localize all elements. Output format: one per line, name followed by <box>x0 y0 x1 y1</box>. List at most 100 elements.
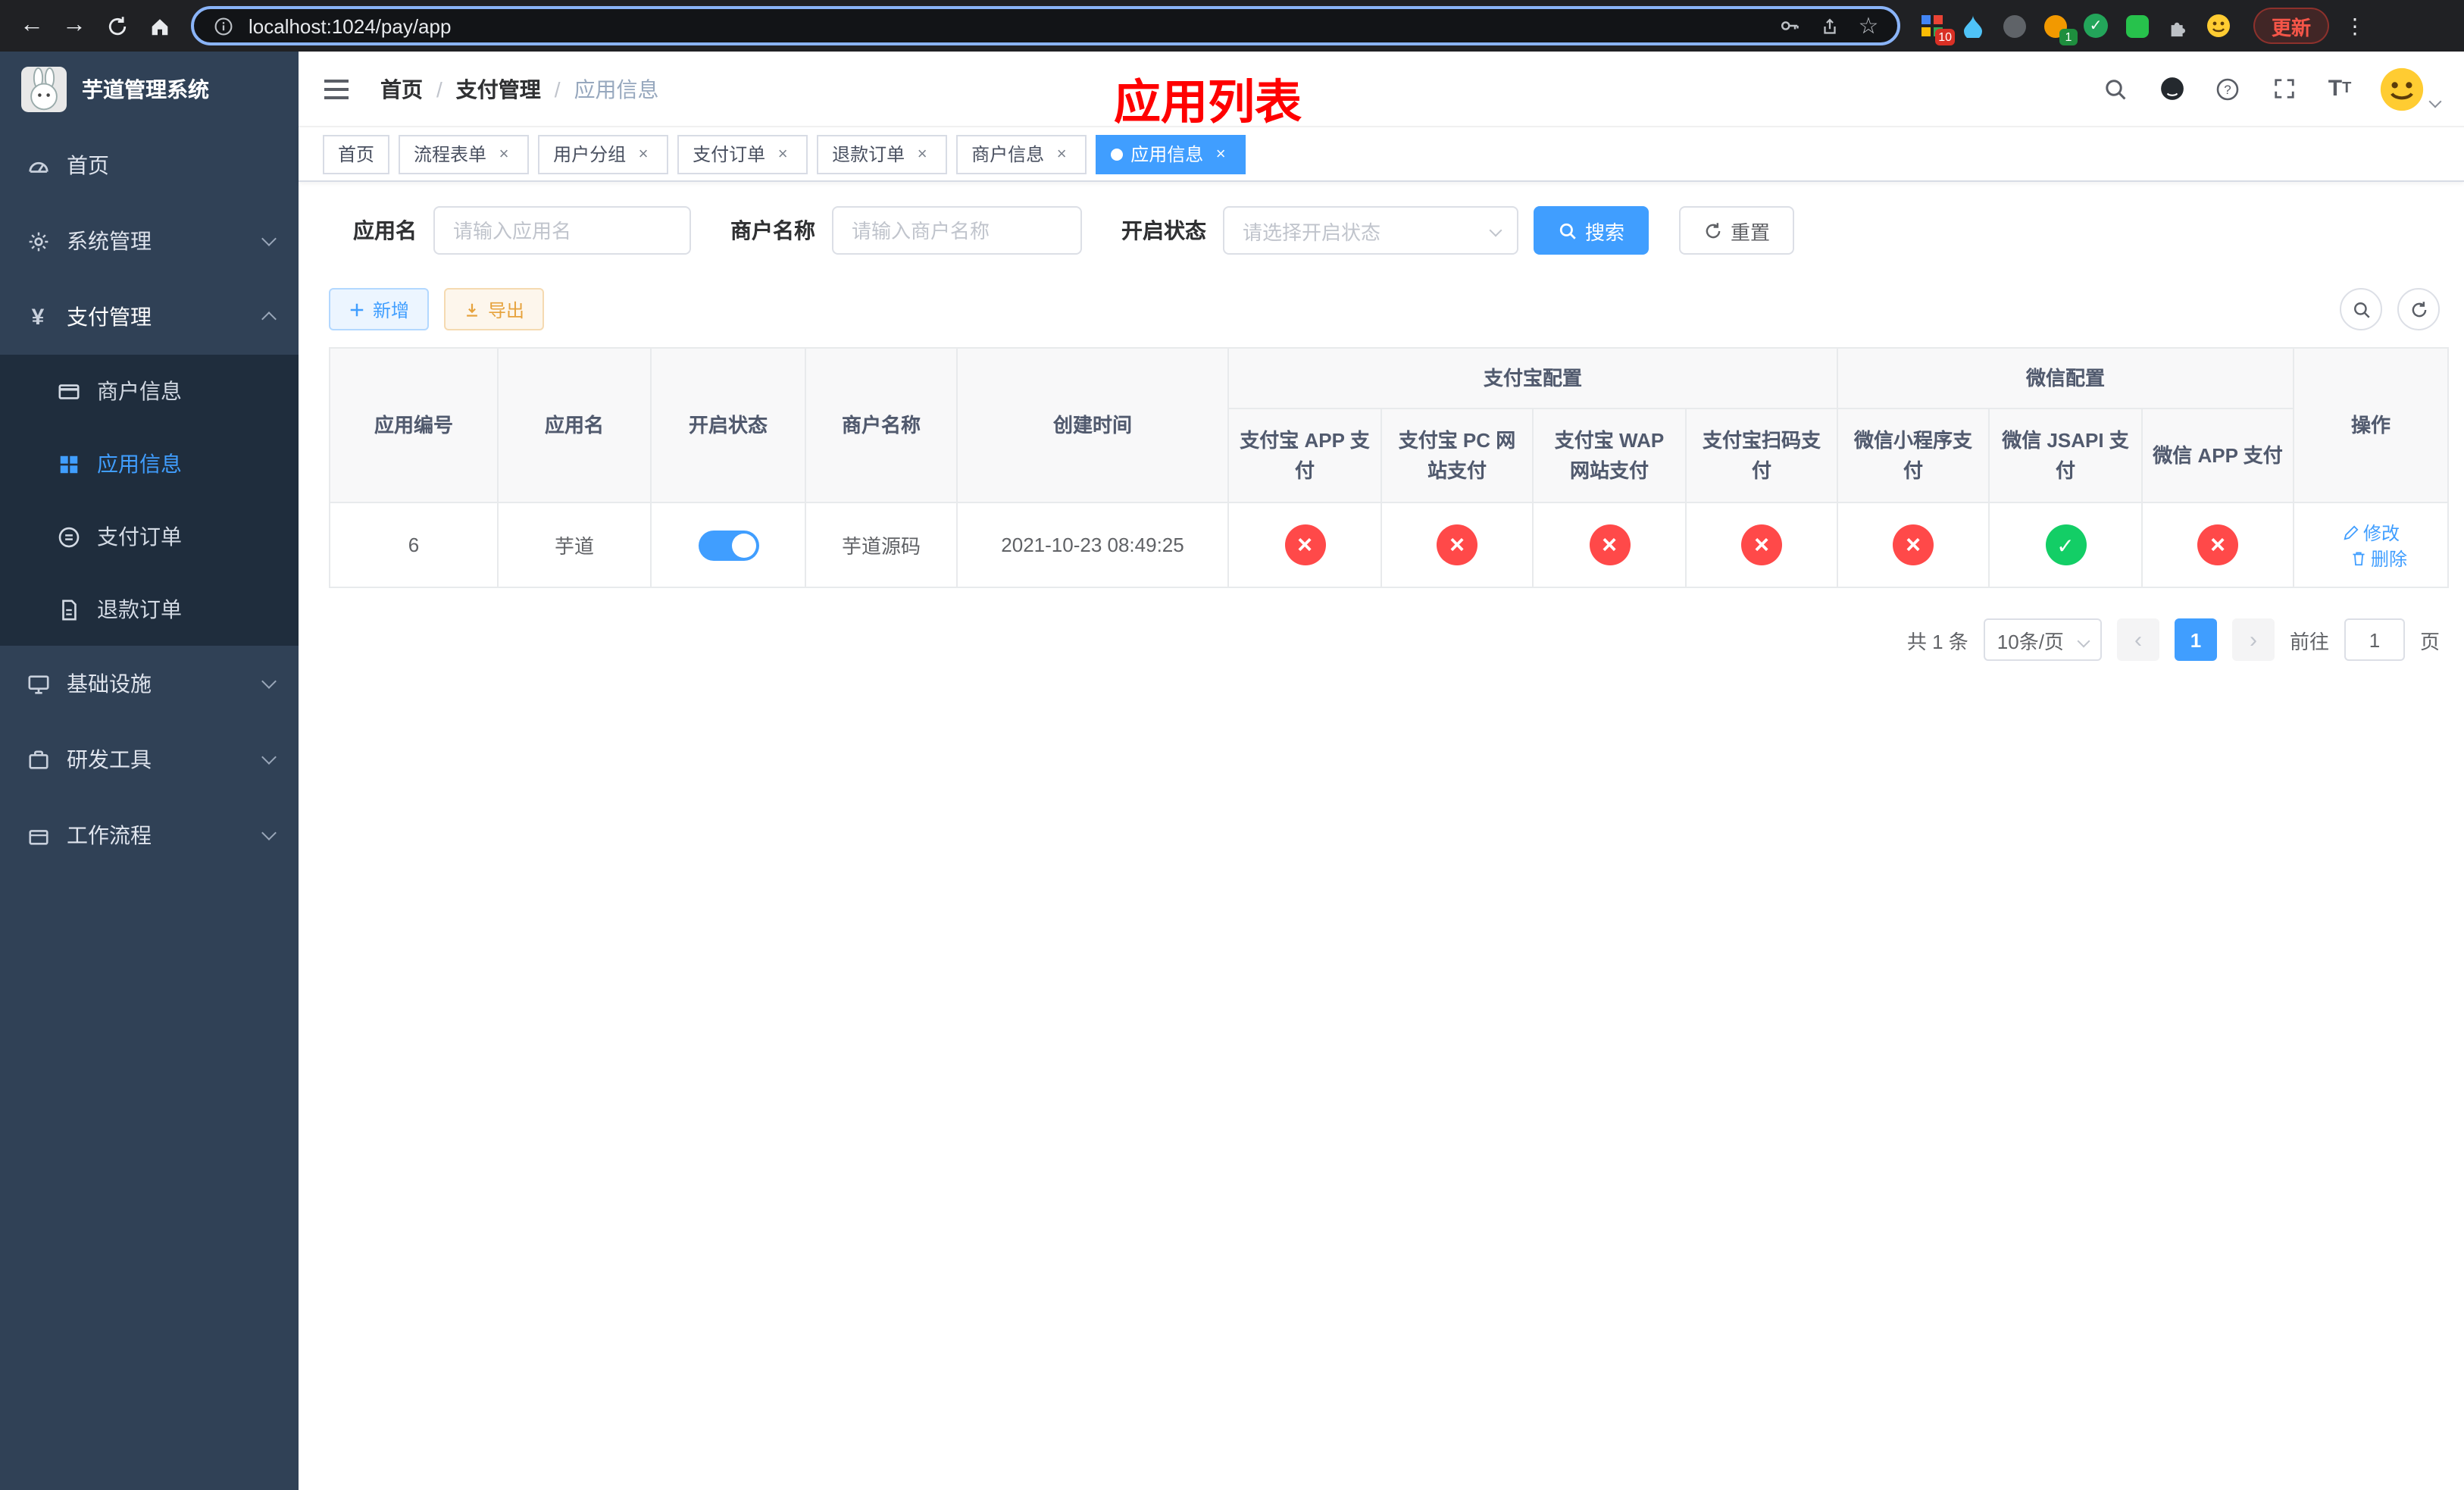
profile-face-icon[interactable] <box>2205 12 2232 39</box>
alipay-pc-status-icon <box>1437 524 1477 565</box>
edit-link[interactable]: 修改 <box>2342 519 2400 545</box>
sidebar-collapse-icon[interactable] <box>323 74 353 104</box>
reset-button[interactable]: 重置 <box>1679 206 1795 255</box>
tab-label: 退款订单 <box>832 144 905 165</box>
page-size-select[interactable]: 10条/页 <box>1983 618 2102 661</box>
breadcrumb-home[interactable]: 首页 <box>380 74 423 104</box>
browser-refresh-icon[interactable] <box>97 6 136 45</box>
tab-app-info[interactable]: 应用信息 <box>1096 134 1246 174</box>
next-page-button[interactable] <box>2231 618 2275 661</box>
refresh-table-icon[interactable] <box>2397 288 2440 330</box>
sidebar-item-dev-tools[interactable]: 研发工具 <box>0 722 299 797</box>
chevron-down-icon <box>2077 634 2090 648</box>
close-icon[interactable] <box>633 144 653 164</box>
address-bar[interactable]: localhost:1024/pay/app <box>191 6 1900 45</box>
sidebar-item-label: 支付订单 <box>97 524 182 549</box>
export-button-label: 导出 <box>488 299 525 321</box>
close-icon[interactable] <box>912 144 932 164</box>
extension-dark-circle-icon[interactable] <box>2000 12 2028 39</box>
close-icon[interactable] <box>1211 144 1230 164</box>
tab-pay-orders[interactable]: 支付订单 <box>677 134 808 174</box>
sidebar-item-payment[interactable]: ¥ 支付管理 <box>0 279 299 355</box>
tab-home[interactable]: 首页 <box>323 134 390 174</box>
browser-back-icon[interactable] <box>12 6 52 45</box>
status-select[interactable]: 请选择开启状态 <box>1223 206 1518 255</box>
sidebar-item-app-info[interactable]: 应用信息 <box>0 427 299 500</box>
prev-page-button[interactable] <box>2116 618 2159 661</box>
col-status: 开启状态 <box>650 347 806 503</box>
sidebar-item-system[interactable]: 系统管理 <box>0 203 299 279</box>
payment-submenu: 商户信息 应用信息 支付订单 退款订单 <box>0 355 299 646</box>
gear-icon <box>24 230 52 252</box>
col-app-name: 应用名 <box>497 347 652 503</box>
export-button[interactable]: 导出 <box>444 288 545 330</box>
chevron-down-icon <box>1489 224 1502 237</box>
col-group-wechat: 微信配置 <box>1837 347 2295 409</box>
url-text[interactable]: localhost:1024/pay/app <box>249 14 1764 37</box>
extension-chat-icon[interactable] <box>2123 12 2150 39</box>
document-icon <box>55 598 82 621</box>
user-avatar[interactable] <box>2379 66 2442 111</box>
close-icon[interactable] <box>1052 144 1071 164</box>
browser-menu-icon[interactable] <box>2341 13 2369 39</box>
tab-refund-orders[interactable]: 退款订单 <box>817 134 948 174</box>
breadcrumb-payment[interactable]: 支付管理 <box>423 74 541 104</box>
extension-grid-icon[interactable]: 10 <box>1918 12 1955 45</box>
close-icon[interactable] <box>773 144 793 164</box>
github-icon[interactable] <box>2155 72 2188 105</box>
tab-label: 用户分组 <box>553 144 627 165</box>
col-alipay-wap: 支付宝 WAP 网站支付 <box>1532 408 1687 503</box>
password-key-icon[interactable] <box>1776 12 1803 39</box>
sidebar-item-label: 研发工具 <box>67 747 152 772</box>
yen-icon: ¥ <box>31 304 45 330</box>
goto-unit: 页 <box>2419 630 2440 653</box>
browser-update-button[interactable]: 更新 <box>2253 8 2330 44</box>
sidebar-item-label: 退款订单 <box>97 597 182 621</box>
tab-process-form[interactable]: 流程表单 <box>399 134 530 174</box>
status-toggle[interactable] <box>698 530 758 560</box>
extensions-puzzle-icon[interactable] <box>2164 12 2191 39</box>
search-icon[interactable] <box>2099 72 2132 105</box>
browser-home-icon[interactable] <box>139 6 179 45</box>
sidebar-item-merchant-info[interactable]: 商户信息 <box>0 355 299 427</box>
sidebar-item-refund-orders[interactable]: 退款订单 <box>0 573 299 646</box>
add-button-label: 新增 <box>373 299 410 321</box>
sidebar-item-home[interactable]: 首页 <box>0 127 299 203</box>
extension-avatar-icon[interactable]: 1 <box>2041 12 2078 45</box>
site-info-icon[interactable] <box>209 12 236 39</box>
order-icon <box>55 525 82 548</box>
close-icon[interactable] <box>494 144 514 164</box>
col-wx-lite: 微信小程序支付 <box>1837 408 1990 503</box>
merchant-name-input[interactable] <box>832 206 1082 255</box>
chevron-down-icon <box>2428 94 2442 108</box>
goto-page-input[interactable] <box>2344 618 2405 661</box>
application-window: localhost:1024/pay/app 10 1 <box>0 0 2464 1490</box>
col-app-id: 应用编号 <box>329 347 499 503</box>
page-number-button[interactable]: 1 <box>2174 618 2217 661</box>
col-wx-app: 微信 APP 支付 <box>2141 408 2295 503</box>
sidebar-item-workflow[interactable]: 工作流程 <box>0 797 299 873</box>
add-button[interactable]: 新增 <box>329 288 430 330</box>
toolbox-icon <box>24 748 52 771</box>
browser-forward-icon[interactable] <box>55 6 94 45</box>
page-size-value: 10条/页 <box>1997 630 2064 653</box>
sidebar-item-infrastructure[interactable]: 基础设施 <box>0 646 299 722</box>
tab-merchant-info[interactable]: 商户信息 <box>956 134 1087 174</box>
search-icon <box>1559 222 1576 239</box>
bookmark-star-icon[interactable] <box>1855 12 1882 39</box>
tab-user-group[interactable]: 用户分组 <box>538 134 669 174</box>
extensions-area: 10 1 <box>1918 12 2232 45</box>
question-icon[interactable]: ? <box>2211 72 2244 105</box>
extension-droplet-icon[interactable] <box>1959 12 1987 39</box>
col-wx-jsapi: 微信 JSAPI 支付 <box>1988 408 2143 503</box>
font-size-icon[interactable] <box>2323 72 2356 105</box>
app-name-input[interactable] <box>433 206 691 255</box>
sidebar-item-pay-orders[interactable]: 支付订单 <box>0 500 299 573</box>
extension-green-check-icon[interactable] <box>2082 12 2109 39</box>
search-button[interactable]: 搜索 <box>1534 206 1649 255</box>
fullscreen-icon[interactable] <box>2267 72 2300 105</box>
share-icon[interactable] <box>1815 12 1843 39</box>
col-alipay-app: 支付宝 APP 支付 <box>1227 408 1382 503</box>
toggle-search-icon[interactable] <box>2340 288 2382 330</box>
delete-link[interactable]: 删除 <box>2350 545 2407 571</box>
